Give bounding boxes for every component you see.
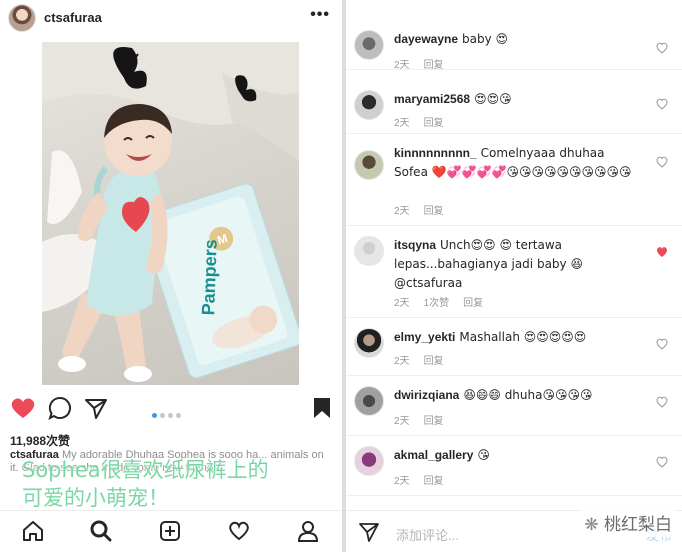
comment-item: itsqyna Unch😍😍 😍 tertawa lepas...bahagian… — [346, 226, 682, 318]
comment-time: 2天 — [394, 206, 410, 217]
reply-link[interactable]: 回复 — [424, 416, 444, 427]
like-heart-icon[interactable] — [10, 396, 36, 420]
commenter-avatar[interactable] — [354, 150, 384, 180]
comment-body: 😆😄😄 dhuha😘😘😘😘 — [463, 388, 593, 402]
comment-item: dwirizqiana 😆😄😄 dhuha😘😘😘😘 2天 回复 — [346, 376, 682, 436]
profile-icon[interactable] — [297, 520, 319, 542]
svg-text:Pampers: Pampers — [198, 239, 221, 316]
comment-item: maryami2568 😍😍😘 2天 回复 — [346, 70, 682, 134]
overlay-line-1: Sophea很喜欢纸尿裤上的 — [22, 458, 269, 482]
reply-link[interactable]: 回复 — [424, 118, 444, 129]
carousel-dot — [152, 413, 157, 418]
comment-like-icon[interactable] — [656, 42, 668, 54]
commenter-username[interactable]: akmal_gallery — [394, 448, 473, 462]
commenter-username[interactable]: itsqyna — [394, 238, 436, 252]
bottom-tab-bar — [0, 510, 342, 552]
carousel-dot — [168, 413, 173, 418]
post-header: ctsafuraa ••• — [0, 0, 342, 36]
comment-meta: 2天 回复 — [394, 352, 458, 367]
commenter-avatar[interactable] — [354, 236, 384, 266]
overlay-line-2: 可爱的小萌宠！ — [22, 486, 169, 510]
comment-time: 2天 — [394, 298, 410, 309]
carousel-indicator — [152, 405, 184, 423]
comment-input[interactable]: 添加评论... — [396, 525, 459, 544]
home-icon[interactable] — [22, 520, 44, 542]
comment-meta: 2天 回复 — [394, 114, 458, 129]
comment-time: 2天 — [394, 416, 410, 427]
carousel-dot — [160, 413, 165, 418]
watermark: ❋ 桃红梨白 — [580, 508, 676, 537]
comment-item: kinnnnnnnnn_ Comelnyaaa dhuhaa Sofea ❤️💞💞… — [346, 134, 682, 226]
comment-like-count[interactable]: 1次赞 — [424, 298, 450, 309]
comment-like-icon[interactable] — [656, 156, 668, 168]
watermark-text: 桃红梨白 — [604, 515, 672, 535]
post-panel: ctsafuraa ••• M Pampers 11,988次赞 ctsafur… — [0, 0, 342, 552]
comment-body: 😘 — [477, 448, 490, 462]
more-options-icon[interactable]: ••• — [310, 6, 330, 24]
commenter-avatar[interactable] — [354, 90, 384, 120]
comment-text: dwirizqiana 😆😄😄 dhuha😘😘😘😘 — [394, 386, 634, 405]
comment-meta: 2天 回复 — [394, 202, 458, 217]
comment-item: elmy_yekti Mashallah 😍😍😍😍😍 2天 回复 — [346, 318, 682, 376]
comment-like-icon[interactable] — [656, 456, 668, 468]
comment-text: dayewayne baby 😍 — [394, 30, 634, 49]
commenter-username[interactable]: dayewayne — [394, 32, 458, 46]
comment-text: maryami2568 😍😍😘 — [394, 90, 634, 109]
comment-time: 2天 — [394, 118, 410, 129]
comment-text: akmal_gallery 😘 — [394, 446, 634, 465]
overlay-caption: Sophea很喜欢纸尿裤上的 可爱的小萌宠！ — [22, 456, 269, 512]
bookmark-icon[interactable] — [312, 396, 332, 420]
like-count[interactable]: 11,988次赞 — [10, 432, 70, 449]
post-author-avatar[interactable] — [8, 4, 36, 32]
comment-icon[interactable] — [48, 396, 72, 420]
commenter-username[interactable]: maryami2568 — [394, 92, 470, 106]
post-actions — [0, 392, 342, 426]
comment-like-icon[interactable] — [656, 98, 668, 110]
baby-photo-illustration: M Pampers — [42, 42, 299, 382]
commenter-username[interactable]: dwirizqiana — [394, 388, 459, 402]
comment-meta: 2天 1次赞 回复 — [394, 294, 497, 309]
share-send-icon[interactable] — [84, 396, 108, 420]
commenter-username[interactable]: elmy_yekti — [394, 330, 455, 344]
comments-panel: dayewayne baby 😍 2天 回复 maryami2568 😍😍😘 2天 回复… — [346, 0, 682, 552]
commenter-avatar[interactable] — [354, 328, 384, 358]
search-icon[interactable] — [90, 520, 112, 542]
comment-item: dayewayne baby 😍 2天 回复 — [346, 10, 682, 71]
activity-heart-icon[interactable] — [228, 520, 250, 542]
reply-link[interactable]: 回复 — [424, 476, 444, 487]
add-post-icon[interactable] — [159, 520, 181, 542]
comment-liked-icon[interactable] — [656, 246, 668, 258]
comment-time: 2天 — [394, 476, 410, 487]
comment-meta: 2天 回复 — [394, 56, 458, 71]
comment-body: baby 😍 — [462, 32, 509, 46]
comment-text: itsqyna Unch😍😍 😍 tertawa lepas...bahagian… — [394, 236, 634, 293]
comment-body: 😍😍😘 — [474, 92, 512, 106]
comment-like-icon[interactable] — [656, 396, 668, 408]
comment-meta: 2天 回复 — [394, 412, 458, 427]
wechat-icon: ❋ — [584, 515, 604, 535]
post-photo[interactable]: M Pampers — [42, 42, 299, 385]
commenter-username[interactable]: kinnnnnnnnn_ — [394, 146, 477, 160]
commenter-avatar[interactable] — [354, 446, 384, 476]
commenter-avatar[interactable] — [354, 386, 384, 416]
post-author-username[interactable]: ctsafuraa — [44, 10, 102, 25]
comment-text: elmy_yekti Mashallah 😍😍😍😍😍 — [394, 328, 634, 347]
reply-link[interactable]: 回复 — [424, 206, 444, 217]
comment-body: Mashallah 😍😍😍😍😍 — [459, 330, 587, 344]
comment-meta: 2天 回复 — [394, 472, 458, 487]
send-icon[interactable] — [358, 521, 380, 543]
comment-like-icon[interactable] — [656, 338, 668, 350]
carousel-dot — [176, 413, 181, 418]
comment-text: kinnnnnnnnn_ Comelnyaaa dhuhaa Sofea ❤️💞💞… — [394, 144, 634, 182]
comment-item: akmal_gallery 😘 2天 回复 — [346, 436, 682, 496]
commenter-avatar[interactable] — [354, 30, 384, 60]
comment-time: 2天 — [394, 356, 410, 367]
reply-link[interactable]: 回复 — [424, 356, 444, 367]
reply-link[interactable]: 回复 — [463, 298, 483, 309]
